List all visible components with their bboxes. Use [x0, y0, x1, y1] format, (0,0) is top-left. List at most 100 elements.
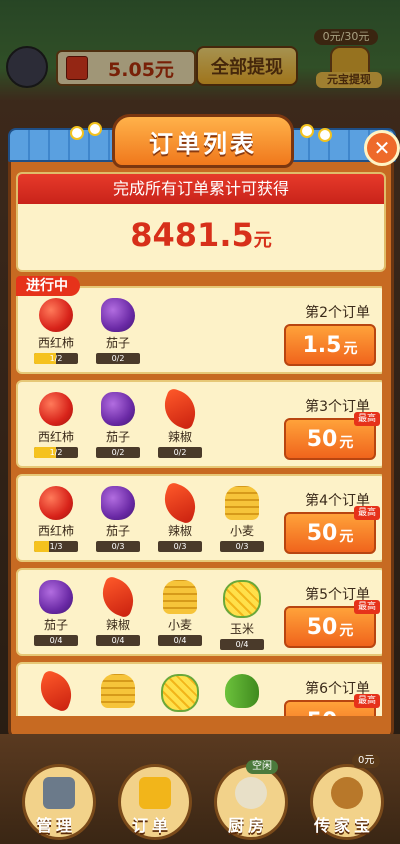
eggplant-icon: [101, 298, 135, 332]
order-card: 西红柿 1/2 茄子 0/2 第2个订单 1.5 元: [16, 286, 382, 374]
summary-total: 8481.5元: [18, 216, 384, 254]
summary-value: 8481.5: [130, 216, 254, 254]
order-item: 小麦 0/3: [216, 486, 268, 552]
item-progress-bar: 0/2: [96, 447, 140, 458]
item-progress-bar: 1/3: [34, 541, 78, 552]
tomato-icon: [39, 486, 73, 520]
item-name: 小麦: [229, 524, 254, 538]
wheat-icon: [101, 674, 135, 708]
item-progress-bar: 0/3: [220, 541, 264, 552]
pea-icon: [225, 674, 259, 708]
nav-orders-label: 订单: [131, 816, 172, 835]
item-progress-text: 1/2: [49, 448, 63, 457]
item-progress-text: 0/4: [111, 636, 125, 645]
item-progress-text: 0/3: [173, 542, 187, 551]
nav-heirloom-label: 传家宝: [313, 816, 374, 835]
order-item: 辣椒 0/3: [154, 481, 206, 552]
order-item: 茄子 0/3: [92, 486, 144, 552]
order-card: 茄子 0/4 辣椒 0/4 小麦 0/4 玉米 0/4 第5个订单 最高 50 元: [16, 568, 382, 656]
item-progress-text: 0/2: [173, 448, 187, 457]
modal-title: 订单列表: [112, 114, 294, 168]
item-name: 玉米: [229, 622, 254, 636]
order-item: 茄子 0/2: [92, 392, 144, 458]
wheat-icon: [225, 486, 259, 520]
summary-caption: 完成所有订单累计可获得: [18, 174, 384, 204]
heirloom-value-badge: 0元: [352, 754, 381, 768]
reward-value: 50: [306, 614, 338, 640]
max-badge: 最高: [353, 412, 380, 426]
item-progress-bar: 0/3: [96, 541, 140, 552]
summary-unit: 元: [253, 230, 272, 251]
order-item: [154, 674, 206, 714]
item-name: 茄子: [43, 618, 68, 632]
order-list[interactable]: 进行中 西红柿 1/2 茄子 0/2 第2个订单 1.5 元西红柿 1/2 茄子 0/2 辣椒 0/2…: [16, 276, 382, 716]
item-progress-bar: 0/4: [220, 639, 264, 650]
item-progress-bar: 0/4: [158, 635, 202, 646]
item-progress-bar: 0/4: [96, 635, 140, 646]
order-card: 第6个订单最高50元: [16, 662, 382, 716]
item-progress-text: 0/3: [235, 542, 249, 551]
item-progress-text: 0/4: [173, 636, 187, 645]
nav-manage-label: 管理: [35, 816, 76, 835]
eggplant-icon: [101, 392, 135, 426]
item-progress-text: 0/2: [111, 354, 125, 363]
item-progress-text: 0/4: [49, 636, 63, 645]
flower-icon: [88, 122, 102, 136]
item-name: 茄子: [105, 524, 130, 538]
item-progress-text: 1/2: [49, 354, 63, 363]
pepper-icon: [158, 387, 202, 431]
item-progress-text: 1/3: [49, 542, 63, 551]
item-progress-text: 0/3: [111, 542, 125, 551]
reward-unit: 元: [339, 529, 354, 545]
teapot-icon: [331, 777, 363, 809]
kitchen-status-badge: 空闲: [246, 760, 278, 774]
close-button[interactable]: ✕: [364, 130, 400, 166]
eggplant-icon: [39, 580, 73, 614]
wheat-icon: [163, 580, 197, 614]
order-item: [216, 674, 268, 710]
reward-unit: 元: [339, 714, 353, 716]
reward-value: 50: [306, 520, 338, 546]
pepper-icon: [96, 575, 140, 619]
pepper-icon: [158, 481, 202, 525]
chef-icon: [139, 777, 171, 809]
item-progress-text: 0/2: [111, 448, 125, 457]
item-name: 小麦: [167, 618, 192, 632]
reward-value: 50: [306, 426, 338, 452]
item-progress-bar: 1/2: [34, 353, 78, 364]
item-progress-bar: 0/2: [96, 353, 140, 364]
reward-value: 50: [307, 709, 338, 717]
order-item: 西红柿 1/2: [30, 392, 82, 458]
item-progress-bar: 1/2: [34, 447, 78, 458]
steamer-icon: [235, 777, 267, 809]
close-icon: ✕: [373, 136, 391, 160]
order-card: 西红柿 1/2 茄子 0/2 辣椒 0/2 第3个订单 最高 50 元: [16, 380, 382, 468]
order-item: 茄子 0/2: [92, 298, 144, 364]
in-progress-tag: 进行中: [16, 276, 80, 296]
pepper-icon: [34, 669, 78, 713]
order-item: 玉米 0/4: [216, 580, 268, 650]
item-name: 辣椒: [167, 524, 192, 538]
nav-kitchen-label: 厨房: [227, 816, 268, 835]
item-progress-text: 0/4: [235, 640, 249, 649]
flower-icon: [318, 128, 332, 142]
item-progress-bar: 0/4: [34, 635, 78, 646]
tomato-icon: [39, 392, 73, 426]
shovel-icon: [43, 777, 75, 809]
order-title: 第2个订单: [305, 305, 370, 321]
item-progress-bar: 0/3: [158, 541, 202, 552]
order-item: 西红柿 1/3: [30, 486, 82, 552]
summary-panel: 完成所有订单累计可获得 8481.5元: [16, 172, 386, 272]
corn-icon: [161, 674, 199, 712]
item-name: 茄子: [105, 336, 130, 350]
order-item: 小麦 0/4: [154, 580, 206, 646]
item-name: 西红柿: [37, 430, 74, 444]
order-item: [92, 674, 144, 710]
flower-icon: [70, 126, 84, 140]
reward-button[interactable]: 1.5 元: [284, 324, 376, 366]
item-name: 辣椒: [105, 618, 130, 632]
reward-unit: 元: [339, 623, 354, 639]
order-item: 茄子 0/4: [30, 580, 82, 646]
order-card: 西红柿 1/3 茄子 0/3 辣椒 0/3 小麦 0/3 第4个订单 最高 50 元: [16, 474, 382, 562]
corn-icon: [223, 580, 261, 618]
